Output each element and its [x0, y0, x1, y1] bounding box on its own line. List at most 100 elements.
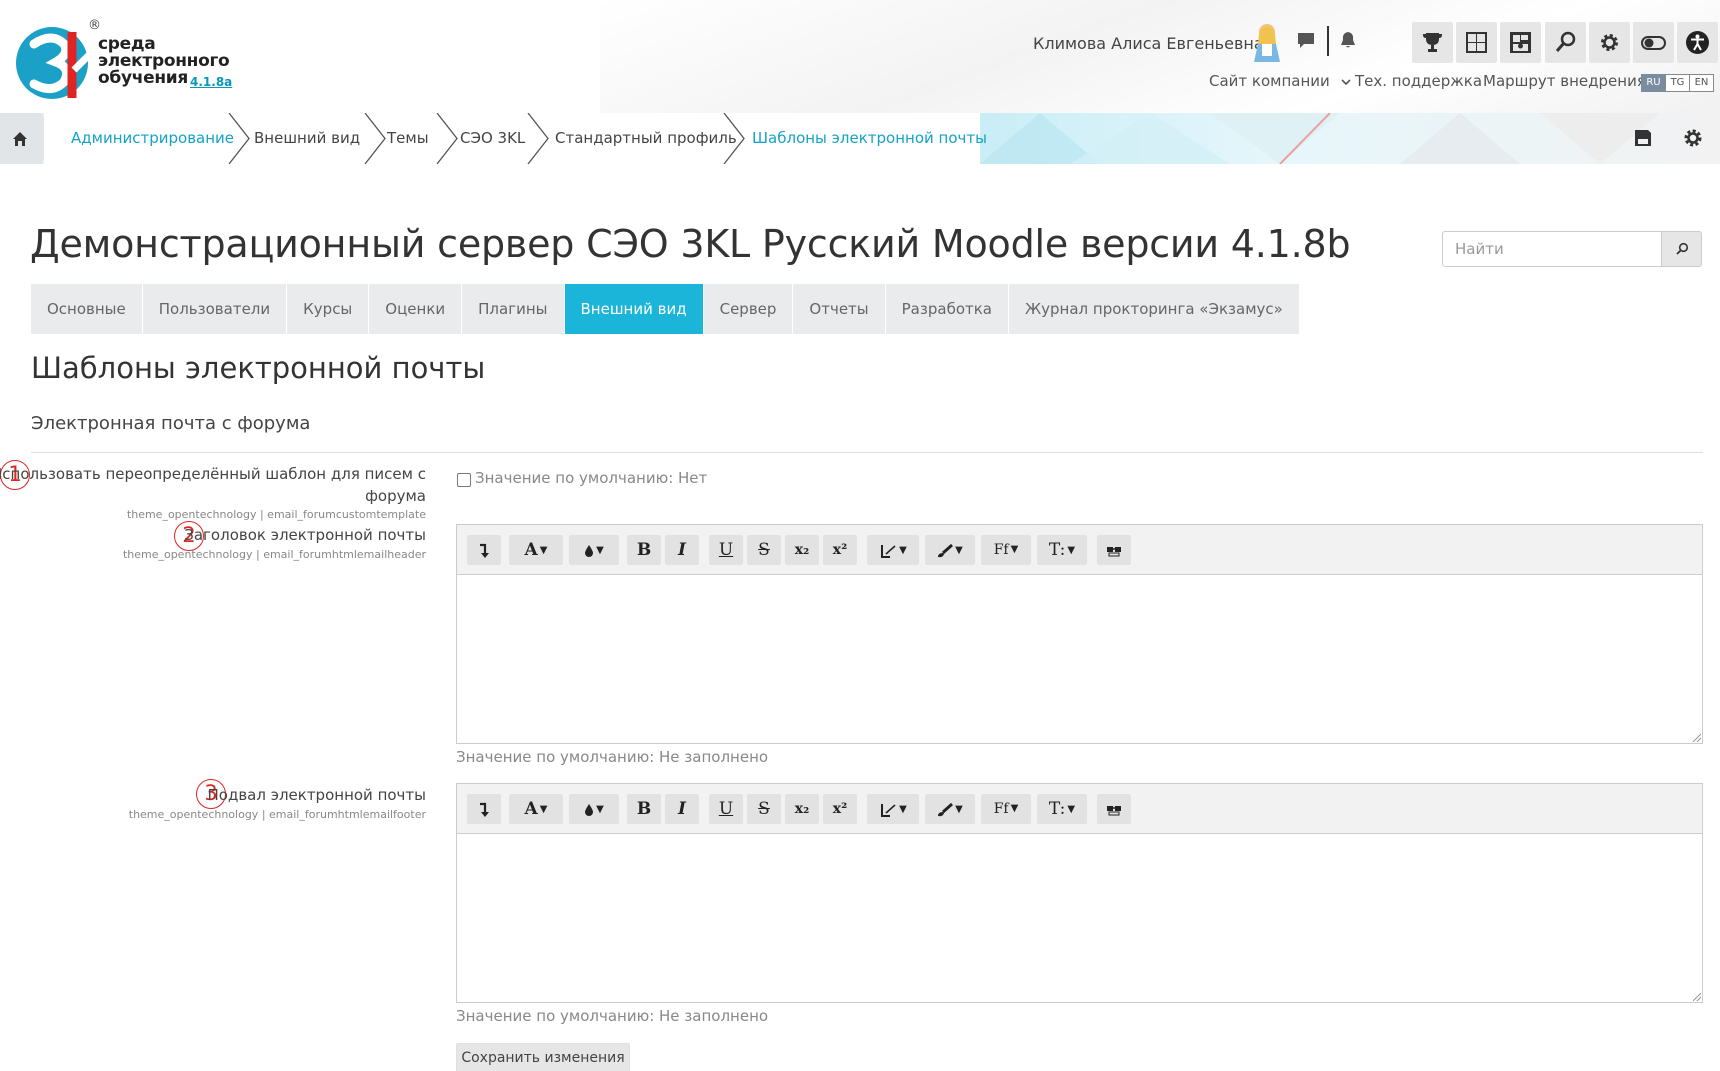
search-button[interactable] — [1661, 231, 1702, 267]
font-size-button[interactable]: T: ▼ — [1037, 794, 1087, 824]
breadcrumb-3kl[interactable]: СЭО 3KL — [460, 113, 525, 164]
accessibility-check-button[interactable] — [1097, 535, 1131, 565]
tab-courses[interactable]: Курсы — [287, 284, 370, 334]
font-color-button[interactable]: A ▼ — [509, 535, 563, 565]
format-brush-button[interactable]: ▼ — [925, 535, 975, 565]
trophy-button[interactable] — [1412, 22, 1453, 63]
user-name[interactable]: Климова Алиса Евгеньевна — [1033, 34, 1264, 53]
superscript-button[interactable]: x² — [823, 535, 857, 565]
underline-button[interactable]: U — [709, 535, 743, 565]
tab-proctoring-log[interactable]: Журнал прокторинга «Экзамус» — [1009, 284, 1300, 334]
font-family-button[interactable]: Ff ▼ — [981, 794, 1031, 824]
chevron-down-icon — [1340, 79, 1351, 86]
tab-server[interactable]: Сервер — [703, 284, 794, 334]
bold-button[interactable]: B — [627, 794, 661, 824]
breadcrumb-administration[interactable]: Администрирование — [71, 113, 234, 164]
font-family-glyph: Ff — [993, 801, 1009, 817]
page-title: Демонстрационный сервер СЭО 3KL Русский … — [30, 222, 1351, 266]
font-size-glyph: T: — [1048, 540, 1066, 560]
route-link[interactable]: Маршрут внедрения — [1483, 72, 1646, 90]
tab-appearance[interactable]: Внешний вид — [564, 284, 704, 334]
breadcrumb-email-templates[interactable]: Шаблоны электронной почты — [752, 113, 987, 164]
brush-icon — [938, 802, 954, 816]
resize-handle[interactable] — [1693, 734, 1701, 742]
courses-button[interactable] — [1500, 22, 1541, 63]
lang-tg[interactable]: TG — [1665, 74, 1690, 92]
email-header-editor[interactable]: A ▼ ▼ B I U S x₂ x² ▼ ▼ Ff ▼ T: ▼ — [456, 524, 1703, 744]
messages-icon[interactable] — [1294, 30, 1318, 54]
gear-icon — [1601, 34, 1618, 51]
glasses-icon — [1107, 546, 1121, 556]
paragraph-style-button[interactable]: ▼ — [867, 794, 919, 824]
breadcrumb-appearance[interactable]: Внешний вид — [254, 113, 360, 164]
tab-general[interactable]: Основные — [31, 284, 143, 334]
email-header-key: theme_opentechnology | email_forumhtmlem… — [122, 548, 426, 561]
trophy-icon — [1423, 33, 1442, 52]
arrow-turn-down-icon — [480, 802, 489, 817]
company-site-label: Сайт компании — [1209, 72, 1330, 90]
email-header-label: Заголовок электронной почты — [184, 526, 426, 544]
glasses-icon — [1107, 805, 1121, 815]
home-button[interactable] — [0, 113, 42, 164]
search-input[interactable]: Найти — [1442, 231, 1662, 267]
home-icon — [13, 132, 27, 146]
lang-en[interactable]: EN — [1689, 74, 1714, 92]
logo-version-link[interactable]: 4.1.8a — [190, 75, 232, 89]
strikethrough-button[interactable]: S — [747, 794, 781, 824]
breadcrumb-themes[interactable]: Темы — [387, 113, 429, 164]
decorative-banner — [980, 113, 1720, 164]
font-family-button[interactable]: Ff ▼ — [981, 535, 1031, 565]
breadcrumb-separator — [527, 113, 549, 164]
subscript-button[interactable]: x₂ — [785, 535, 819, 565]
italic-button[interactable]: I — [665, 794, 699, 824]
theme-toggle-button[interactable] — [1633, 22, 1674, 63]
underline-button[interactable]: U — [709, 794, 743, 824]
dashboard-button[interactable] — [1456, 22, 1497, 63]
save-changes-button[interactable]: Сохранить изменения — [456, 1043, 630, 1071]
site-logo[interactable]: ® среда электронного обучения 4.1.8a — [12, 18, 242, 108]
italic-button[interactable]: I — [665, 535, 699, 565]
drop-icon — [585, 804, 594, 816]
background-color-button[interactable]: ▼ — [569, 794, 619, 824]
page-header: ® среда электронного обучения 4.1.8a Кли… — [0, 0, 1720, 113]
tab-development[interactable]: Разработка — [885, 284, 1009, 334]
undo-button[interactable] — [467, 794, 501, 824]
custom-template-label: Использовать переопределённый шаблон для… — [0, 463, 426, 507]
strikethrough-button[interactable]: S — [747, 535, 781, 565]
paragraph-style-button[interactable]: ▼ — [867, 535, 919, 565]
font-family-glyph: Ff — [993, 542, 1009, 558]
background-color-button[interactable]: ▼ — [569, 535, 619, 565]
save-disk-icon[interactable] — [1632, 127, 1654, 149]
format-brush-button[interactable]: ▼ — [925, 794, 975, 824]
company-site-dropdown[interactable]: Сайт компании — [1209, 72, 1351, 90]
arrow-turn-down-icon — [480, 543, 489, 558]
logo-3k-icon — [16, 27, 93, 99]
font-color-button[interactable]: A ▼ — [509, 794, 563, 824]
tab-grades[interactable]: Оценки — [369, 284, 463, 334]
notifications-bell-icon[interactable] — [1336, 30, 1360, 54]
font-size-button[interactable]: T: ▼ — [1037, 535, 1087, 565]
page-settings-gear-icon[interactable] — [1682, 127, 1704, 149]
subscript-button[interactable]: x₂ — [785, 794, 819, 824]
drop-icon — [585, 545, 594, 557]
accessibility-button[interactable] — [1677, 22, 1718, 63]
bold-button[interactable]: B — [627, 535, 661, 565]
toggle-icon — [1641, 36, 1666, 50]
breadcrumb-separator — [364, 113, 386, 164]
tab-plugins[interactable]: Плагины — [462, 284, 565, 334]
superscript-button[interactable]: x² — [823, 794, 857, 824]
breadcrumb-standard-profile[interactable]: Стандартный профиль — [555, 113, 737, 164]
email-footer-editor[interactable]: A ▼ ▼ B I U S x₂ x² ▼ ▼ Ff ▼ T: ▼ — [456, 783, 1703, 1003]
tab-reports[interactable]: Отчеты — [793, 284, 886, 334]
tab-users[interactable]: Пользователи — [142, 284, 288, 334]
accessibility-check-button[interactable] — [1097, 794, 1131, 824]
support-link[interactable]: Тех. поддержка — [1355, 72, 1482, 90]
avatar[interactable] — [1250, 22, 1284, 62]
undo-button[interactable] — [467, 535, 501, 565]
settings-tool-button[interactable] — [1589, 22, 1630, 63]
custom-template-checkbox[interactable] — [457, 473, 471, 487]
lang-ru[interactable]: RU — [1641, 74, 1666, 92]
breadcrumb-separator — [228, 113, 250, 164]
resize-handle[interactable] — [1693, 993, 1701, 1001]
search-tool-button[interactable] — [1545, 22, 1586, 63]
